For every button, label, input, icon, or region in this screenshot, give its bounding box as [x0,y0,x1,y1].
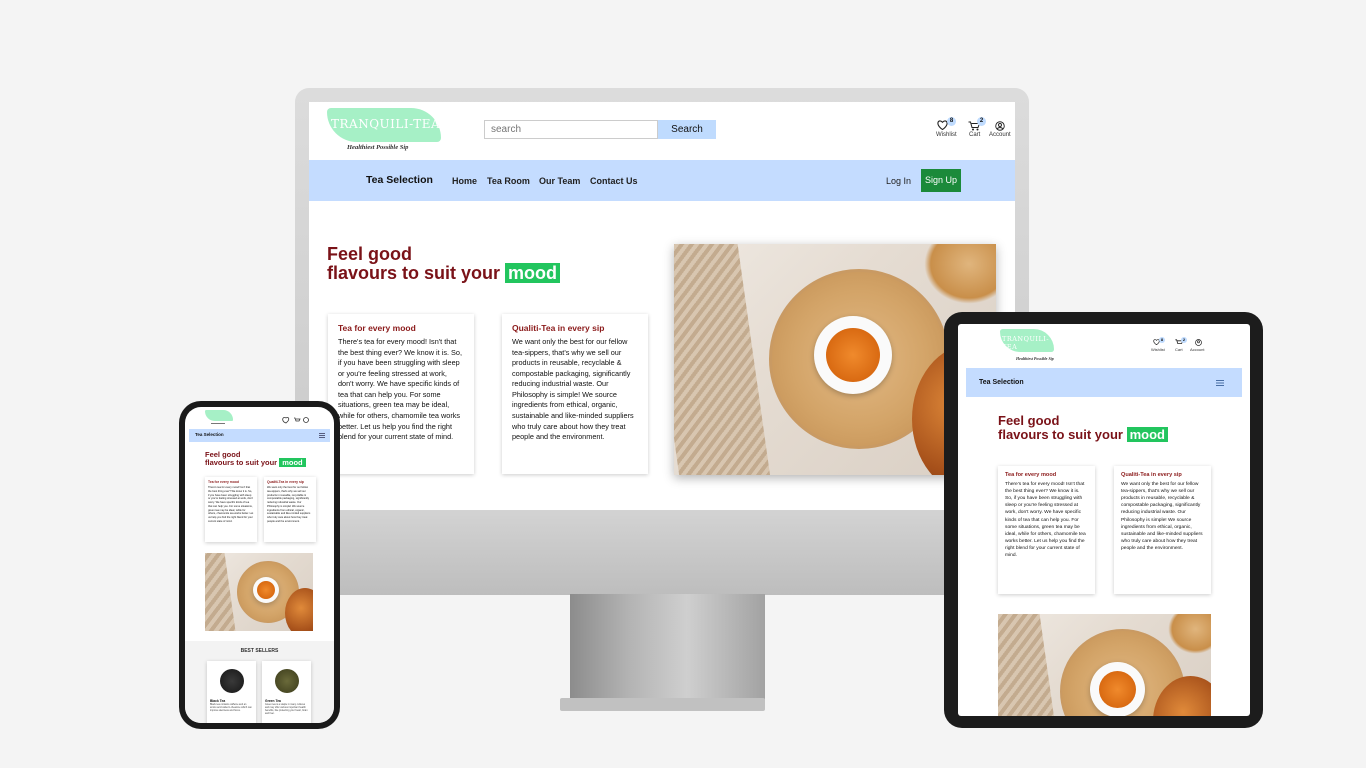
hero-line-2-text: flavours to suit your [327,262,501,283]
tablet-account-label: Account [1190,347,1205,352]
best-sellers-heading: BEST SELLERS [240,648,279,654]
signup-button[interactable]: Sign Up [921,169,961,192]
wishlist-button[interactable]: 8 Wishlist [935,116,961,142]
black-tea-image [219,669,244,693]
tablet-cart-button[interactable]: 2 Cart [1174,337,1188,355]
nav-brand[interactable]: Tea Selection [366,174,433,186]
product-desc: Green tea is a staple in many cultures a… [265,703,308,716]
card-title: Qualiti-Tea in every sip [512,323,605,333]
tablet-mood-highlight: mood [1126,426,1168,442]
product-card-green-tea[interactable]: Green Tea Green tea is a staple in many … [262,661,311,723]
card-title: Tea for every mood [338,323,416,333]
tablet-cart-badge: 2 [1181,337,1187,343]
tablet-hero-line-2-text: flavours to suit your [998,426,1123,442]
tablet-hamburger-icon[interactable] [1216,380,1224,386]
tagline: Healthiest Possible Sip [347,144,409,151]
card-tea-every-mood: Tea for every mood There's tea for every… [328,314,474,474]
tablet-hero-title: Feel good flavours to suit your mood [998,413,1168,442]
monitor-base [560,698,765,711]
monitor-chin [295,510,1029,595]
hero-title: Feel good flavours to suit your mood [327,244,561,283]
nav-home[interactable]: Home [452,176,477,186]
green-tea-image [274,669,299,693]
tablet-hero-line-2: flavours to suit your mood [998,426,1168,442]
phone-icons [282,416,309,424]
phone-card-quality-tea: Qualiti-Tea in every sip We want only th… [264,477,316,542]
mood-highlight: mood [505,262,561,283]
phone-mood-highlight: mood [279,457,306,467]
desktop-screen: TRANQUILI-TEA Healthiest Possible Sip Se… [309,102,1015,510]
tablet-logo-text: TRANQUILI-TEA [1002,335,1050,351]
account-button[interactable]: Account [989,116,1015,142]
cart-count-badge: 2 [977,117,986,126]
logo[interactable]: TRANQUILI-TEA [327,108,441,142]
search-input[interactable] [484,120,658,139]
tablet-logo[interactable]: TRANQUILI-TEA [1000,329,1054,352]
phone-card-tea-every-mood: Tea for every mood There's tea for every… [205,477,257,542]
monitor-stand [570,594,765,700]
tablet-account-button[interactable]: Account [1190,337,1210,355]
tablet-wishlist-label: Wishlist [1151,347,1165,352]
card-text: We want only the best for our fellow tea… [512,337,634,442]
product-desc: Black tea contains caffeine and an amino… [210,703,252,713]
user-icon [995,121,1005,131]
phone-screen: Tea Selection Feel good flavours to suit… [185,407,334,723]
hero-line-1: Feel good [327,244,412,264]
phone-card-text: There's tea for every mood! Isn't that t… [208,486,254,523]
search-button[interactable]: Search [658,120,716,139]
tablet-nav-brand[interactable]: Tea Selection [979,379,1024,386]
phone-header-icons[interactable] [282,412,312,424]
tablet-card-tea-every-mood: Tea for every mood There's tea for every… [998,466,1095,594]
tablet-user-icon [1195,339,1202,346]
phone-tea-photo [205,553,313,631]
logo-text: TRANQUILI-TEA [331,117,441,131]
tablet-wishlist-badge: 8 [1159,337,1165,343]
phone-hero-line-2-text: flavours to suit your [205,457,278,467]
tablet-card-quality-tea: Qualiti-Tea in every sip We want only th… [1114,466,1211,594]
phone-card-title: Tea for every mood [208,480,240,484]
phone-hero-title: Feel good flavours to suit your mood [205,451,306,467]
phone-nav-brand[interactable]: Tea Selection [195,432,224,437]
tablet-screen: TRANQUILI-TEA Healthiest Possible Sip 8 … [958,324,1250,716]
nav-our-team[interactable]: Our Team [539,176,580,186]
tablet-tea-photo [998,614,1211,716]
hero-line-2: flavours to suit your mood [327,262,561,283]
cart-label: Cart [969,132,981,138]
tablet-cart-label: Cart [1175,347,1183,352]
wishlist-label: Wishlist [936,132,957,138]
tablet-hero-line-1: Feel good [998,413,1060,428]
device-mockup-scene: TRANQUILI-TEA Healthiest Possible Sip Se… [0,0,1366,768]
nav-tea-room[interactable]: Tea Room [487,176,530,186]
hamburger-menu-icon[interactable] [319,433,325,438]
phone-hero-line-2: flavours to suit your mood [205,457,306,467]
cart-button[interactable]: 2 Cart [967,116,987,142]
tablet-card-title: Qualiti-Tea in every sip [1121,472,1182,478]
tablet-card-text: We want only the best for our fellow tea… [1121,482,1203,551]
phone-nav: Tea Selection [189,429,330,442]
nav-contact-us[interactable]: Contact Us [590,176,638,186]
phone-tagline [211,423,225,424]
tablet-tagline: Healthiest Possible Sip [1016,356,1054,361]
phone-card-title: Qualiti-Tea in every sip [267,480,304,484]
card-quality-tea: Qualiti-Tea in every sip We want only th… [502,314,648,474]
login-link[interactable]: Log In [886,176,911,186]
tablet-wishlist-button[interactable]: 8 Wishlist [1151,337,1169,355]
phone-logo[interactable] [205,410,233,421]
wishlist-count-badge: 8 [947,117,956,126]
main-nav: Tea Selection Home Tea Room Our Team Con… [309,160,1015,201]
account-label: Account [989,132,1011,138]
tablet-card-text: There's tea for every mood! Isn't that t… [1005,482,1086,559]
card-text: There's tea for every mood! Isn't that t… [338,337,462,442]
tablet-card-title: Tea for every mood [1005,472,1057,478]
product-card-black-tea[interactable]: Black Tea Black tea contains caffeine an… [207,661,256,723]
best-sellers-section: BEST SELLERS Black Tea Black tea contain… [185,641,334,723]
tablet-nav: Tea Selection [966,368,1242,397]
phone-card-text: We want only the best for our fellow tea… [267,486,311,523]
